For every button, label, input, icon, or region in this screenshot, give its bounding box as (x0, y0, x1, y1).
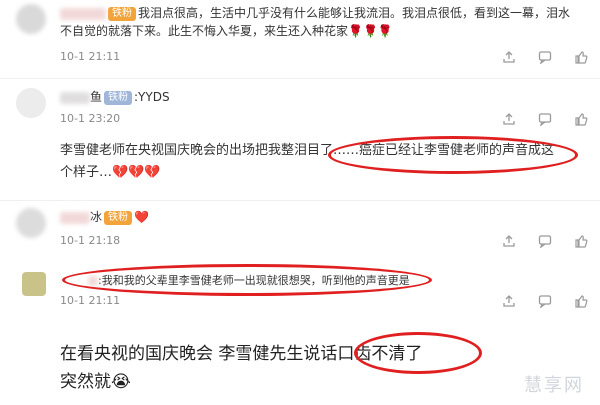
like-icon[interactable] (574, 112, 588, 126)
badge-text: :YYDS (134, 90, 170, 104)
divider (0, 78, 600, 79)
reply-time: 10-1 21:11 (60, 294, 121, 307)
username-suffix[interactable]: 鱼 (90, 90, 102, 104)
comment-time: 10-1 21:11 (60, 50, 121, 63)
avatar[interactable] (16, 88, 46, 118)
comment-icon[interactable] (538, 294, 552, 308)
share-icon[interactable] (502, 294, 516, 308)
like-icon[interactable] (574, 294, 588, 308)
comment-icon[interactable] (538, 112, 552, 126)
like-icon[interactable] (574, 234, 588, 248)
caption: 在看央视的国庆晚会 李雪健先生说话口齿不清了 突然就😭 (60, 340, 422, 396)
fan-badge: 铁粉 (108, 6, 136, 21)
comment-time: 10-1 21:18 (60, 234, 121, 247)
avatar[interactable] (16, 208, 46, 238)
username[interactable] (60, 211, 90, 224)
comment-time: 10-1 23:20 (60, 112, 121, 125)
comment-2: 鱼铁粉:YYDS 10-1 23:20 李雪健老师在央视国庆晚会的出场把我整泪目… (0, 82, 600, 197)
avatar[interactable] (16, 4, 46, 34)
comment-actions (502, 50, 588, 64)
reply-username[interactable] (88, 276, 98, 286)
heart-emoji: ❤️ (134, 210, 149, 224)
reply-actions (502, 294, 588, 308)
reply-avatar[interactable] (22, 272, 46, 296)
share-icon[interactable] (502, 50, 516, 64)
username[interactable] (60, 7, 106, 20)
divider (0, 200, 600, 201)
share-icon[interactable] (502, 234, 516, 248)
comment-1: 铁粉 我泪点很高，生活中几乎没有什么能够让我流泪。我泪点很低，看到这一幕，泪水不自… (0, 0, 600, 70)
caption-line-2: 突然就😭 (60, 372, 131, 392)
comment-text: 我泪点很高，生活中几乎没有什么能够让我流泪。我泪点很低，看到这一幕，泪水不自觉的… (60, 6, 571, 38)
comment-body: 李雪健老师在央视国庆晚会的出场把我整泪目了……癌症已经让李雪健老师的声音成这个样… (60, 143, 555, 180)
comment-icon[interactable] (538, 50, 552, 64)
share-icon[interactable] (502, 112, 516, 126)
username-suffix[interactable]: 冰 (90, 210, 102, 224)
caption-line-1: 在看央视的国庆晚会 李雪健先生说话口齿不清了 (60, 344, 423, 364)
fan-badge: 铁粉 (104, 210, 133, 225)
comment-3: 冰铁粉 ❤️ 10-1 21:18 :我和我的父辈里李雪健老师一出现就很想哭，听到… (0, 204, 600, 314)
username[interactable] (60, 91, 90, 104)
comment-actions (502, 234, 588, 248)
comment-icon[interactable] (538, 234, 552, 248)
fan-badge: 铁粉 (104, 90, 133, 105)
watermark: 慧享网 (524, 375, 584, 396)
reply-text: 我和我的父辈里李雪健老师一出现就很想哭，听到他的声音更是 (101, 274, 410, 287)
comment-actions (502, 112, 588, 126)
like-icon[interactable] (574, 50, 588, 64)
